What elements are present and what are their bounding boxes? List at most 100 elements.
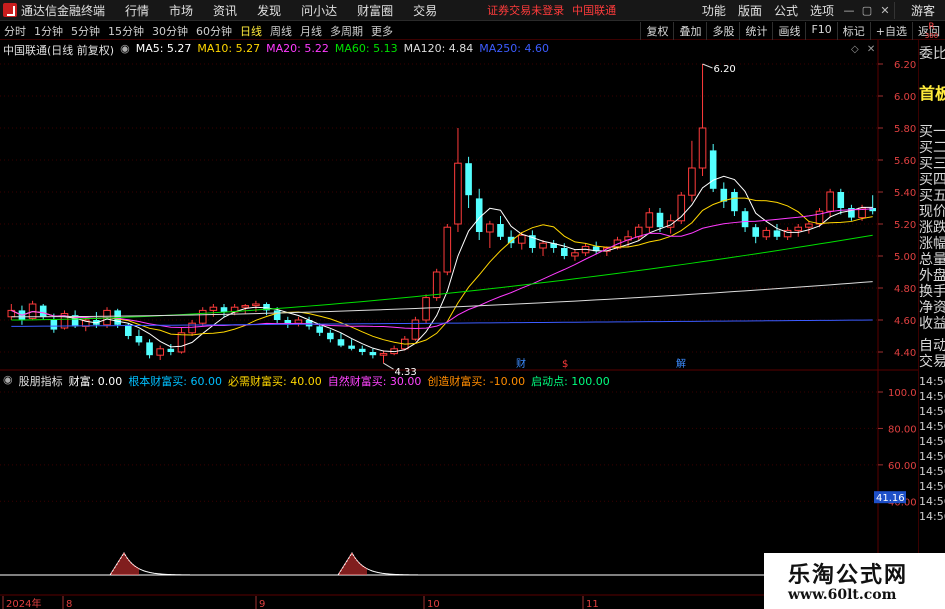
period-weekly[interactable]: 周线 <box>266 23 296 39</box>
candle-body-down <box>135 336 143 343</box>
candle-body-down <box>220 307 228 312</box>
candle-body-up <box>454 162 462 225</box>
period-15min[interactable]: 15分钟 <box>104 23 148 39</box>
side-time-2: 14:56 <box>919 405 945 418</box>
candle-body-down <box>497 224 504 237</box>
side-commission-ratio: 委比 <box>919 46 945 62</box>
side-earnings: 收益 <box>919 316 945 332</box>
add-watchlist-button[interactable]: +自选 <box>869 21 912 40</box>
period-1min[interactable]: 1分钟 <box>30 23 67 39</box>
candle-body-down <box>731 192 738 212</box>
diamond-icon[interactable]: ◇ <box>851 44 859 55</box>
price-tick-label: 5.60 <box>894 156 916 167</box>
adjust-button[interactable]: 复权 <box>640 21 673 40</box>
candle-body-up <box>762 229 771 238</box>
side-trade: 交易 <box>919 354 945 370</box>
menu-options[interactable]: 选项 <box>804 2 840 19</box>
quote-side-panel: 委比 首板 买一 买二 买三 买四 买五 现价 涨跌 涨幅 总量 外盘 换手 净… <box>918 40 945 609</box>
candle-body-down <box>752 227 760 237</box>
candle-body-up <box>571 252 579 257</box>
side-time-0: 14:56 <box>919 375 945 388</box>
ma120-label: MA120: 4.84 <box>403 42 474 55</box>
candle-body-down <box>273 310 281 320</box>
menu-market-quotes[interactable]: 行情 <box>115 2 159 19</box>
overlay-button[interactable]: 叠加 <box>673 21 706 40</box>
side-bid-4: 买四 <box>919 172 945 188</box>
menu-wealth-circle[interactable]: 财富圈 <box>347 2 403 19</box>
period-monthly[interactable]: 月线 <box>296 23 326 39</box>
date-tick-label: 11 <box>586 599 599 609</box>
candle-body-down <box>327 332 334 340</box>
period-60min[interactable]: 60分钟 <box>192 23 236 39</box>
menu-formula[interactable]: 公式 <box>768 2 804 19</box>
price-tick-label: 5.20 <box>894 220 916 231</box>
ma120-line <box>11 281 873 318</box>
candle-body-up <box>698 127 707 169</box>
menu-functions[interactable]: 功能 <box>696 2 732 19</box>
candle-body-down <box>709 150 717 189</box>
period-5min[interactable]: 5分钟 <box>67 23 104 39</box>
period-multi[interactable]: 多周期 <box>326 23 367 39</box>
statistics-button[interactable]: 统计 <box>739 21 772 40</box>
side-turnover: 换手 <box>919 284 945 300</box>
main-chart-legend: 中国联通 (日线 前复权) ◉ MA5: 5.27 MA10: 5.27 MA2… <box>3 42 550 57</box>
side-header-code: 300 <box>924 32 939 40</box>
indicator-tick-label: 100.0 <box>888 388 917 399</box>
candle-body-down <box>124 324 132 336</box>
guest-user[interactable]: 游客 <box>893 1 945 19</box>
side-bid-1: 买一 <box>919 124 945 140</box>
candle-body-down <box>837 192 845 208</box>
close-icon[interactable]: ✕ <box>876 1 894 19</box>
candle-body-down <box>337 339 345 346</box>
price-tick-label: 5.80 <box>894 124 916 135</box>
menu-news[interactable]: 资讯 <box>203 2 247 19</box>
ma250-label: MA250: 4.60 <box>479 42 550 55</box>
date-tick-label: 9 <box>259 599 265 609</box>
multi-stock-button[interactable]: 多股 <box>706 21 739 40</box>
menu-layout[interactable]: 版面 <box>732 2 768 19</box>
mark-button[interactable]: 标记 <box>836 21 870 40</box>
trade-login-warning[interactable]: 证券交易未登录 <box>487 2 564 18</box>
indicator-settings-icon[interactable]: ◉ <box>3 373 13 387</box>
indicator-tick-label: 80.00 <box>888 424 917 435</box>
period-intraday[interactable]: 分时 <box>0 23 30 39</box>
f10-button[interactable]: F10 <box>805 21 836 40</box>
candle-body-up <box>794 226 803 231</box>
indicator-name[interactable]: 股朋指标 <box>19 373 63 388</box>
draw-line-button[interactable]: 画线 <box>772 21 805 40</box>
period-daily[interactable]: 日线 <box>236 23 266 39</box>
stock-ad-title[interactable]: 中国联通 <box>572 2 616 18</box>
period-30min[interactable]: 30分钟 <box>148 23 192 39</box>
candle-body-down <box>167 348 175 352</box>
period-more[interactable]: 更多 <box>367 23 397 39</box>
candle-body-down <box>284 320 292 324</box>
candle-body-up <box>486 223 494 233</box>
menu-trade[interactable]: 交易 <box>403 2 447 19</box>
kline-chart[interactable]: 6.20 6.00 5.80 5.60 5.40 5.20 5.00 4.80 4.60 4.40… <box>0 40 918 609</box>
side-bid-5: 买五 <box>919 188 945 204</box>
minimize-icon[interactable]: — <box>840 1 858 19</box>
indicator-param-wealth: 财富: 0.00 <box>68 375 123 388</box>
menu-market[interactable]: 市场 <box>159 2 203 19</box>
candle-body-up <box>826 191 834 212</box>
side-bid-3: 买三 <box>919 156 945 172</box>
candle-body-down <box>358 348 366 352</box>
indicator-param-root-buy: 根本财富买: 60.00 <box>128 375 223 388</box>
candle-body-down <box>741 211 749 228</box>
candle-body-down <box>560 248 568 256</box>
menu-ask-assistant[interactable]: 问小达 <box>291 2 347 19</box>
candle-body-down <box>50 320 58 330</box>
maximize-icon[interactable]: ▢ <box>858 1 876 19</box>
settings-dot-icon[interactable]: ◉ <box>120 42 130 56</box>
menu-discover[interactable]: 发现 <box>247 2 291 19</box>
candle-body-down <box>656 212 664 228</box>
side-auto-trade[interactable]: 自动 交易 <box>919 338 945 370</box>
close-chart-icon[interactable]: ✕ <box>867 44 875 55</box>
ma20-label: MA20: 5.22 <box>266 42 329 55</box>
date-tick-label: 2024年 <box>6 597 41 609</box>
candle-body-up <box>645 212 654 228</box>
menu-right-group: 功能 版面 公式 选项 — ▢ ✕ 游客 <box>696 0 945 21</box>
candle-body-down <box>316 326 324 333</box>
candle-body-up <box>241 305 250 308</box>
candle-body-down <box>348 345 355 349</box>
